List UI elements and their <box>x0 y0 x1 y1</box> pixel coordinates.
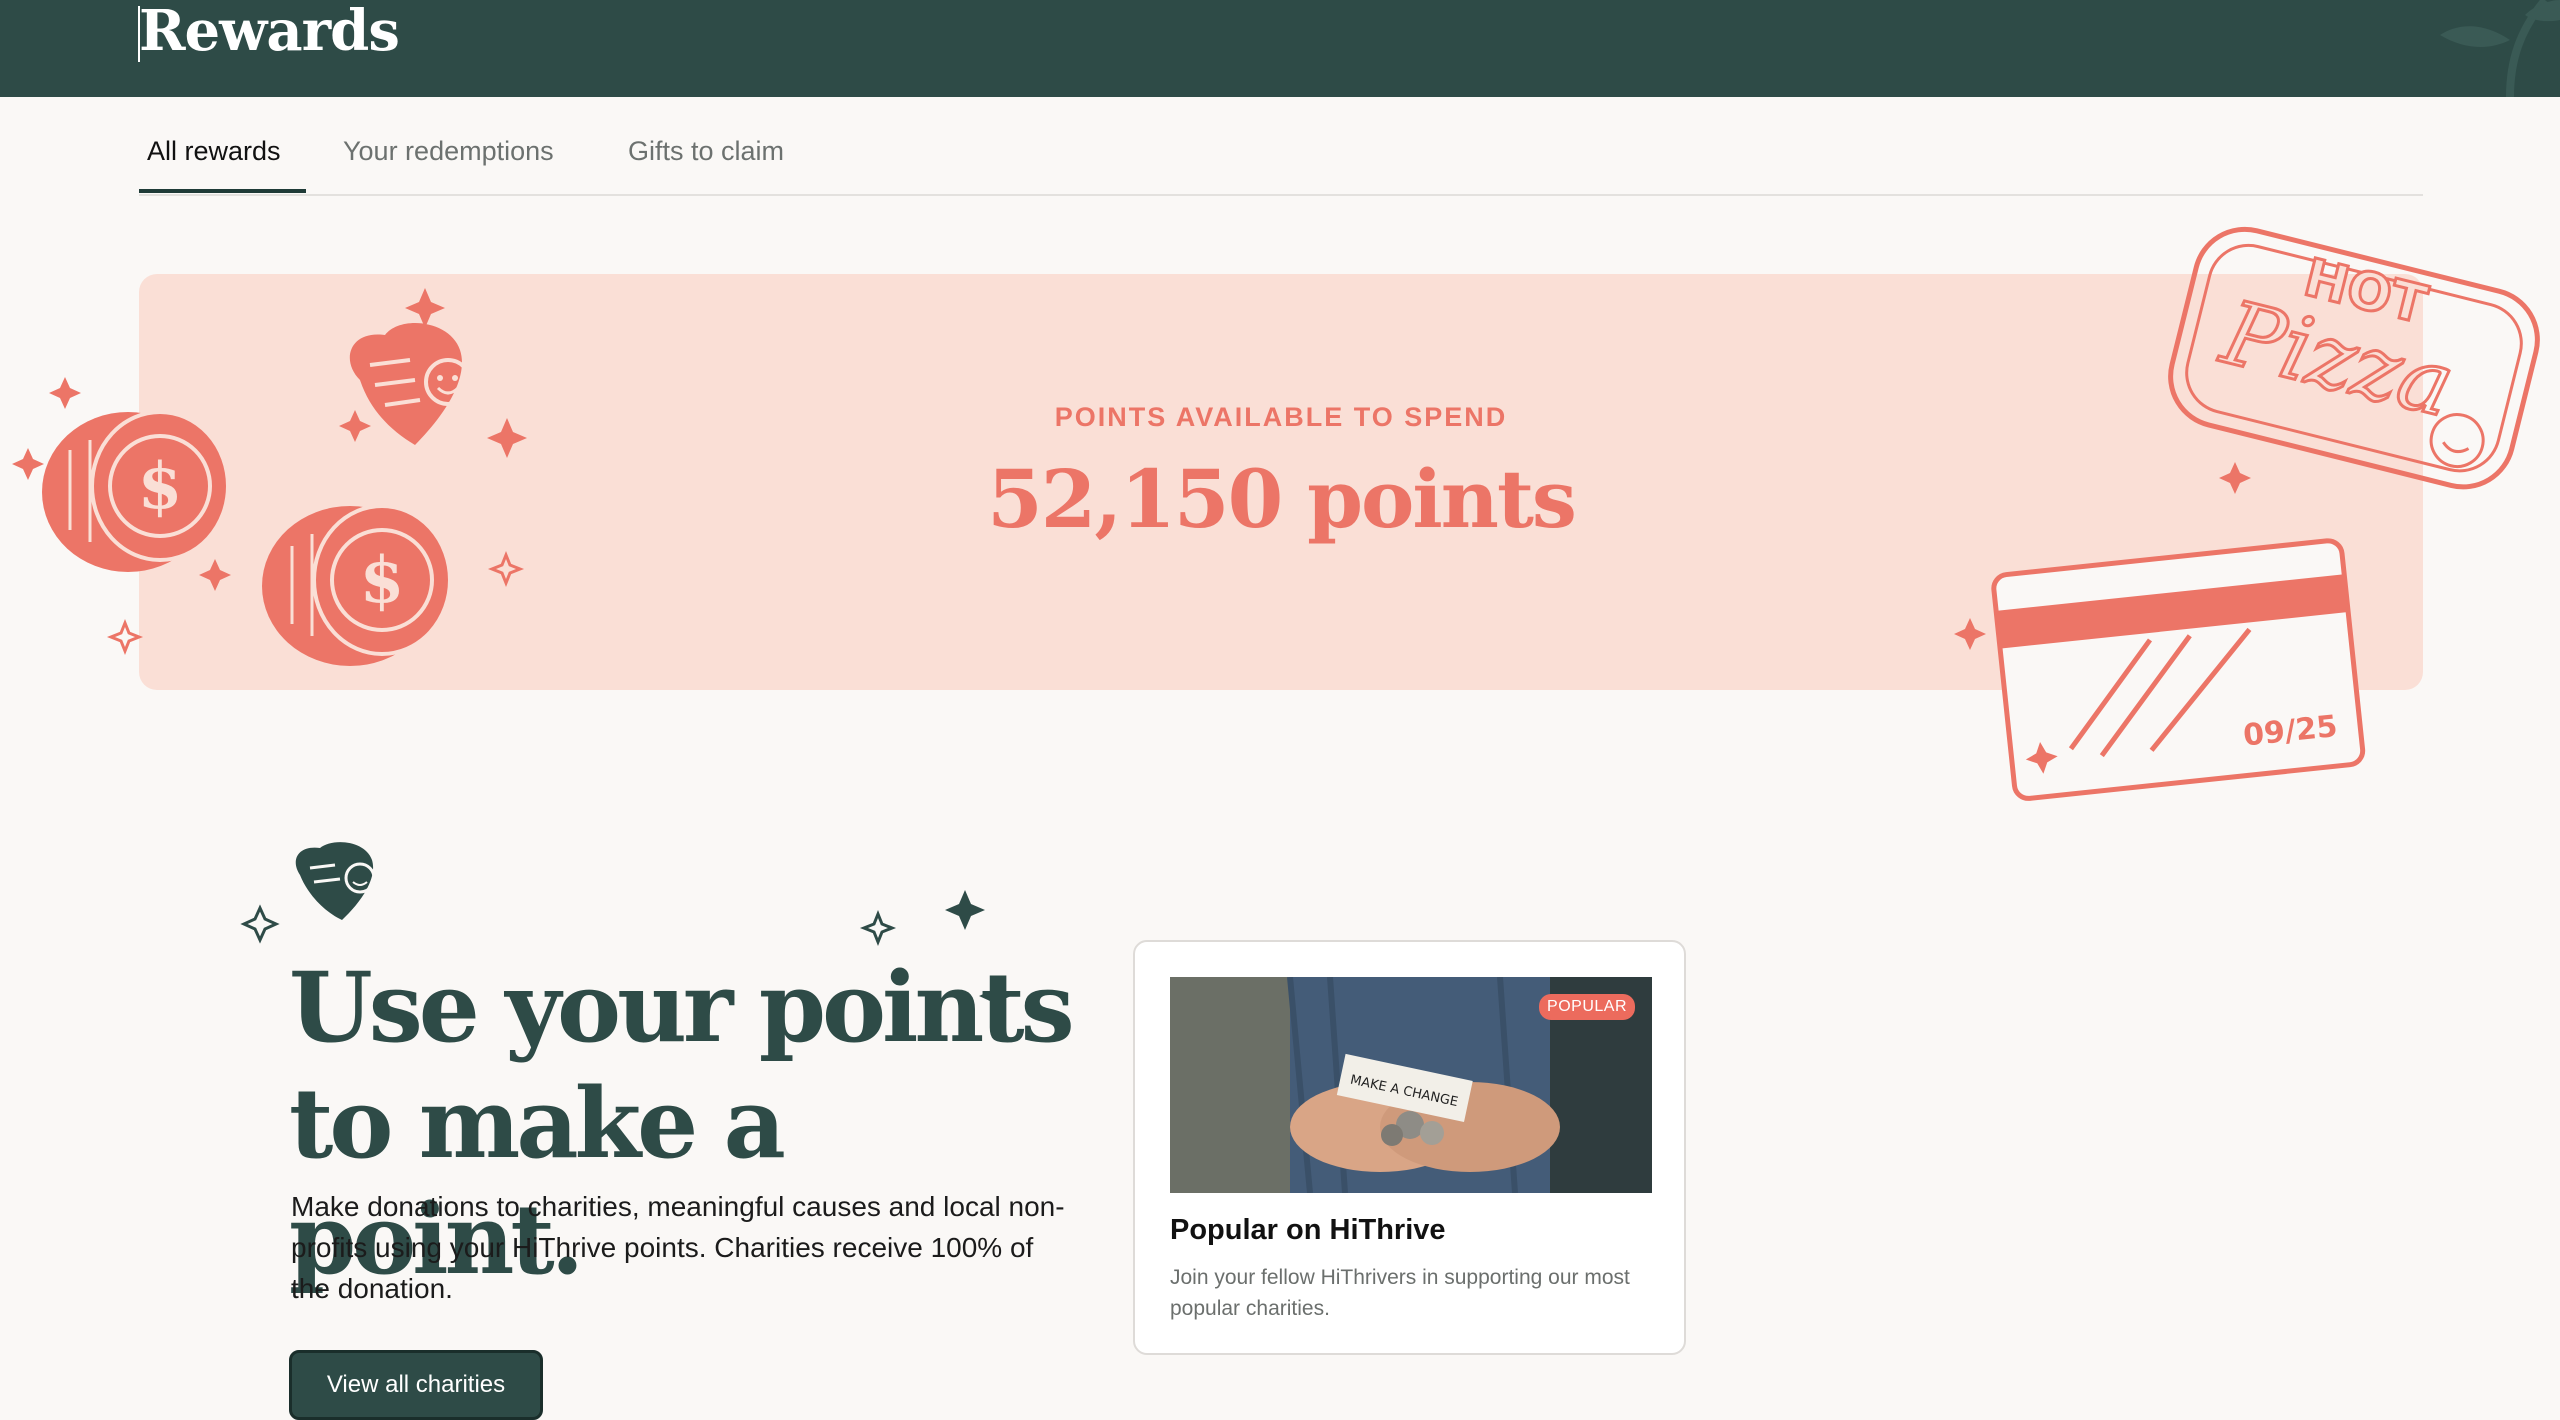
charity-heading-line1: Use your points <box>289 951 1075 1064</box>
credit-card-icon: 09/25 <box>1991 538 2366 801</box>
charity-photo: MAKE A CHANGE POPULAR <box>1170 977 1652 1193</box>
pizza-card-illustration: HOT Pizza 09/25 <box>1954 226 2540 801</box>
card-description: Join your fellow HiThrivers in supportin… <box>1170 1266 1630 1320</box>
page-title: Rewards <box>139 0 400 64</box>
leaf-decoration-icon <box>2440 0 2560 97</box>
view-all-charities-button[interactable]: View all charities <box>289 1350 543 1420</box>
popular-charities-card[interactable]: MAKE A CHANGE POPULAR Popular on HiThriv… <box>1133 940 1686 1355</box>
rewards-tabs: All rewards Your redemptions Gifts to cl… <box>139 98 2423 196</box>
charity-description: Make donations to charities, meaningful … <box>291 1191 1065 1304</box>
coins-illustration: $ $ <box>12 288 527 666</box>
heart-smiley-icon <box>295 842 376 920</box>
coin-icon: $ <box>42 410 230 572</box>
svg-text:$: $ <box>138 449 183 524</box>
hot-pizza-sign-icon: HOT Pizza <box>2168 226 2540 490</box>
card-title: Popular on HiThrive <box>1170 1214 1446 1246</box>
tab-your-redemptions[interactable]: Your redemptions <box>343 136 554 167</box>
tab-all-rewards[interactable]: All rewards <box>147 136 281 167</box>
page-header: Rewards <box>0 0 2560 97</box>
active-tab-indicator <box>139 189 306 193</box>
popular-badge: POPULAR <box>1539 994 1635 1020</box>
coin-icon: $ <box>262 504 452 666</box>
svg-text:$: $ <box>360 543 405 618</box>
tab-gifts-to-claim[interactable]: Gifts to claim <box>628 136 784 167</box>
